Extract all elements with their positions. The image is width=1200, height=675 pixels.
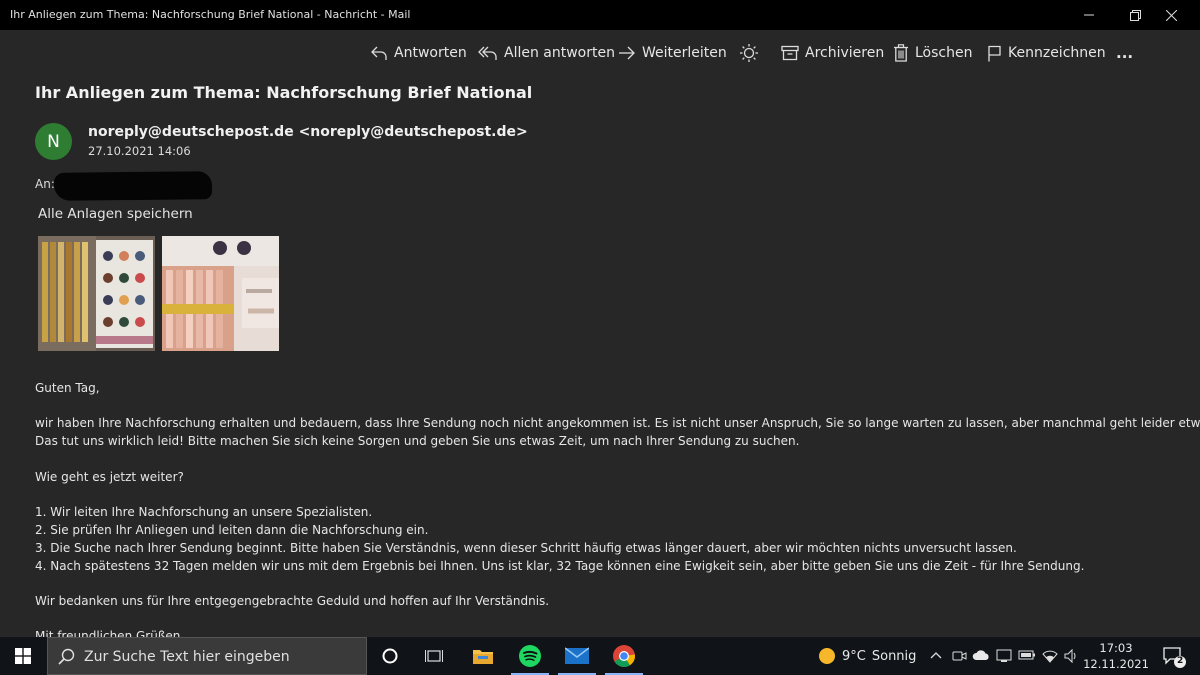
weather-widget[interactable]: 9°C Sonnig	[818, 637, 916, 675]
reply-label: Antworten	[394, 45, 467, 61]
spotify-taskbar-button[interactable]	[509, 637, 551, 675]
clock-date: 12.11.2021	[1083, 657, 1149, 671]
cortana-button[interactable]	[370, 637, 410, 675]
window-titlebar: Ihr Anliegen zum Thema: Nachforschung Br…	[0, 0, 1200, 30]
archive-label: Archivieren	[805, 45, 885, 61]
wifi-icon[interactable]	[1042, 648, 1058, 664]
task-view-icon	[425, 650, 443, 662]
body-greeting: Guten Tag,	[35, 381, 100, 395]
reply-button[interactable]: Antworten	[370, 42, 467, 64]
message-date: 27.10.2021 14:06	[88, 144, 191, 158]
search-placeholder: Zur Suche Text hier eingeben	[84, 649, 290, 665]
minimize-button[interactable]	[1066, 0, 1112, 30]
restore-icon	[1129, 9, 1141, 21]
screen-tray-icon[interactable]	[996, 648, 1012, 664]
flag-label: Kennzeichnen	[1008, 45, 1106, 61]
weather-temperature: 9°C	[842, 648, 866, 664]
clock-time: 17:03	[1099, 641, 1133, 655]
notification-center-button[interactable]: 2	[1154, 637, 1194, 675]
delete-label: Löschen	[915, 45, 973, 61]
flag-button[interactable]: Kennzeichnen	[987, 42, 1106, 64]
message-subject: Ihr Anliegen zum Thema: Nachforschung Br…	[35, 83, 533, 102]
reply-icon	[371, 46, 387, 60]
delete-button[interactable]: Löschen	[893, 42, 972, 64]
file-explorer-taskbar-button[interactable]	[462, 637, 504, 675]
folder-icon	[473, 650, 493, 664]
more-actions-button[interactable]: ...	[1116, 42, 1133, 64]
sender-address[interactable]: noreply@deutschepost.de <noreply@deutsch…	[88, 124, 528, 140]
body-paragraph-1-line-2: Das tut uns wirklich leid! Bitte machen …	[35, 434, 800, 448]
meet-now-icon[interactable]	[951, 648, 967, 664]
weather-condition: Sonnig	[871, 648, 917, 664]
body-step-4: 4. Nach spätestens 32 Tagen melden wir u…	[35, 559, 1085, 573]
close-icon	[1165, 9, 1177, 21]
onedrive-cloud-icon[interactable]	[972, 648, 990, 662]
more-label: ...	[1116, 44, 1134, 62]
archive-button[interactable]: Archivieren	[781, 42, 884, 64]
cortana-circle-icon	[382, 648, 398, 664]
sun-weather-icon	[819, 648, 835, 664]
forward-icon	[619, 46, 635, 60]
attachment-image-2	[162, 236, 279, 351]
chevron-up-icon[interactable]	[929, 648, 943, 662]
reply-all-icon	[478, 46, 497, 60]
minimize-icon	[1084, 14, 1094, 16]
mail-icon	[565, 647, 589, 664]
attachment-thumbnail-2[interactable]	[162, 236, 279, 351]
close-window-button[interactable]	[1148, 0, 1194, 30]
body-question: Wie geht es jetzt weiter?	[35, 470, 184, 484]
recipient-redaction	[53, 171, 213, 201]
window-title: Ihr Anliegen zum Thema: Nachforschung Br…	[10, 8, 411, 21]
body-thanks: Wir bedanken uns für Ihre entgegengebrac…	[35, 594, 550, 608]
sender-avatar: N	[35, 123, 72, 160]
reply-all-button[interactable]: Allen antworten	[478, 42, 615, 64]
body-paragraph-1-line-1: wir haben Ihre Nachforschung erhalten un…	[35, 416, 1200, 430]
search-icon	[58, 648, 75, 665]
system-clock[interactable]: 17:03 12.11.2021	[1082, 640, 1150, 672]
flag-icon	[988, 45, 1001, 61]
reply-all-label: Allen antworten	[504, 45, 615, 61]
attachment-thumbnail-1[interactable]	[38, 236, 155, 351]
recipient-label: An:	[35, 177, 55, 191]
archive-icon	[781, 45, 799, 61]
attachment-image-1	[38, 236, 155, 351]
task-view-button[interactable]	[414, 637, 454, 675]
forward-button[interactable]: Weiterleiten	[618, 42, 727, 64]
body-step-2: 2. Sie prüfen Ihr Anliegen und leiten da…	[35, 523, 429, 537]
theme-toggle-button[interactable]	[740, 42, 758, 64]
windows-logo-icon	[15, 648, 31, 664]
taskbar: Zur Suche Text hier eingeben 9°C Sonnig …	[0, 637, 1200, 675]
forward-label: Weiterleiten	[642, 45, 727, 61]
mail-taskbar-button[interactable]	[556, 637, 598, 675]
chrome-icon	[613, 645, 635, 667]
body-step-3: 3. Die Suche nach Ihrer Sendung beginnt.…	[35, 541, 1017, 555]
trash-icon	[894, 44, 908, 62]
start-button[interactable]	[0, 637, 46, 675]
spotify-icon	[519, 645, 541, 667]
body-step-1: 1. Wir leiten Ihre Nachforschung an unse…	[35, 505, 373, 519]
sun-icon	[740, 44, 758, 62]
chrome-taskbar-button[interactable]	[603, 637, 645, 675]
speaker-icon[interactable]	[1063, 648, 1079, 664]
battery-icon[interactable]	[1018, 648, 1036, 662]
message-toolbar: Antworten Allen antworten Weiterleiten A…	[0, 38, 1200, 68]
taskbar-search-box[interactable]: Zur Suche Text hier eingeben	[47, 637, 367, 675]
save-all-attachments-link[interactable]: Alle Anlagen speichern	[38, 206, 193, 222]
notification-count: 2	[1177, 656, 1184, 666]
avatar-letter: N	[47, 131, 60, 152]
